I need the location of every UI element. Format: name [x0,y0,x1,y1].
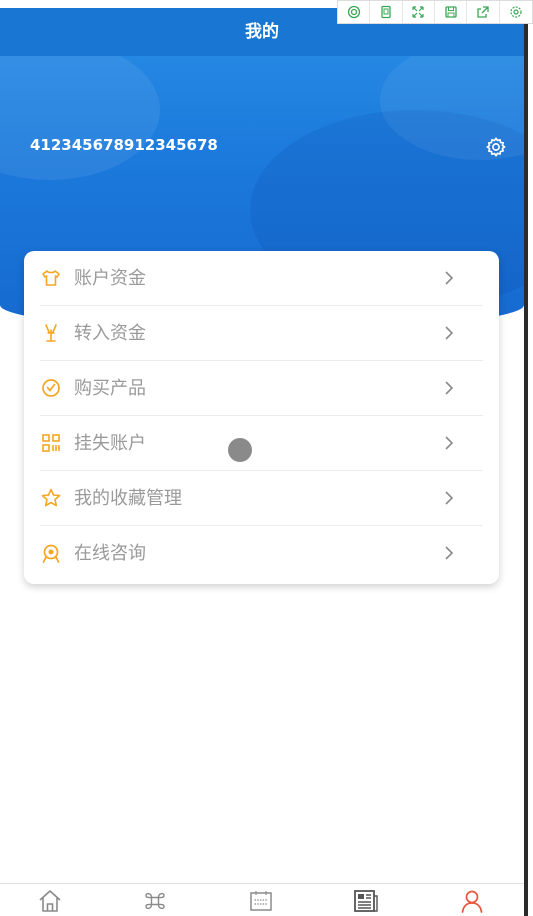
clock-check-icon [42,379,60,397]
command-icon[interactable] [142,888,168,914]
window-edge [524,0,528,916]
menu-item-favorites[interactable]: 我的收藏管理 [40,471,483,526]
newspaper-icon[interactable] [353,888,379,914]
chevron-right-icon [445,326,454,340]
menu-item-report-loss[interactable]: 挂失账户 [40,416,483,471]
screenshot-icon[interactable] [338,1,371,23]
qr-grid-icon [42,434,60,452]
menu-item-label: 挂失账户 [74,433,146,454]
menu-item-buy-products[interactable]: 购买产品 [40,361,483,416]
menu-item-label: 我的收藏管理 [74,488,182,509]
star-icon [41,488,61,507]
support-icon [42,544,60,563]
gear-icon[interactable] [485,136,507,158]
home-icon[interactable] [37,888,63,914]
calendar-icon[interactable] [248,888,274,914]
transfer-icon [45,324,57,342]
settings-icon[interactable] [500,1,532,23]
floating-toolbar [337,0,533,24]
chevron-right-icon [445,546,454,560]
menu-card: 账户资金 转入资金 购买产品 挂失账户 我的收藏管理 在线咨询 [24,251,499,584]
menu-item-label: 在线咨询 [74,543,146,564]
shirt-icon [42,270,60,286]
menu-item-online-consult[interactable]: 在线咨询 [40,526,483,581]
account-id: 412345678912345678 [30,136,218,154]
chevron-right-icon [445,491,454,505]
touch-indicator [228,438,252,462]
menu-item-transfer-in[interactable]: 转入资金 [40,306,483,361]
decorative-blob [0,40,160,180]
fullscreen-icon[interactable] [403,1,436,23]
share-icon[interactable] [467,1,500,23]
menu-item-account-funds[interactable]: 账户资金 [40,251,483,306]
chevron-right-icon [445,381,454,395]
menu-item-label: 购买产品 [74,378,146,399]
user-icon[interactable] [459,888,485,914]
bottom-tab-bar [0,883,524,916]
save-icon[interactable] [435,1,468,23]
menu-item-label: 转入资金 [74,323,146,344]
device-icon[interactable] [370,1,403,23]
chevron-right-icon [445,271,454,285]
menu-item-label: 账户资金 [74,268,146,289]
chevron-right-icon [445,436,454,450]
